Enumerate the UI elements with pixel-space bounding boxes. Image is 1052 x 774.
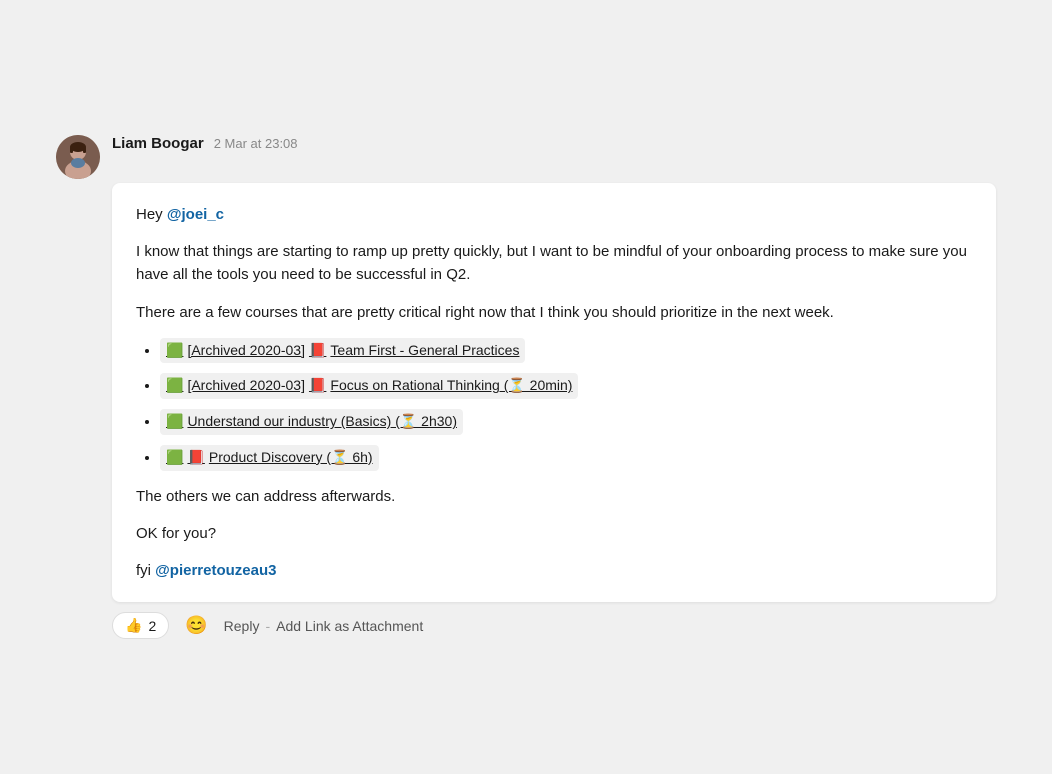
author-name: Liam Boogar <box>112 135 204 152</box>
course-icon-book2: 📕 <box>309 375 326 397</box>
course-link-1-title: Team First - General Practices <box>330 340 519 362</box>
course-link-3-title: Understand our industry (Basics) (⏳ 2h30… <box>187 411 457 433</box>
mention-pierre[interactable]: @pierretouzeau3 <box>155 562 276 579</box>
message-text: Hey @joei_c I know that things are start… <box>136 203 972 583</box>
paragraph-2: There are a few courses that are pretty … <box>136 301 972 324</box>
message-container: Liam Boogar 2 Mar at 23:08 Hey @joei_c I… <box>36 115 1016 660</box>
paragraph-4: OK for you? <box>136 522 972 545</box>
message-footer: 👍 2 😊 Reply - Add Link as Attachment <box>112 612 996 639</box>
mention-joei[interactable]: @joei_c <box>167 206 224 223</box>
course-icon-book4: 📕 <box>187 447 204 469</box>
action-links: Reply - Add Link as Attachment <box>224 618 424 634</box>
fyi-paragraph: fyi @pierretouzeau3 <box>136 559 972 582</box>
paragraph-1: I know that things are starting to ramp … <box>136 240 972 287</box>
fyi-label: fyi <box>136 562 151 579</box>
course-link-1[interactable]: 🟩 [Archived 2020-03] 📕 Team First - Gene… <box>160 338 525 364</box>
add-link-attachment-link[interactable]: Add Link as Attachment <box>276 618 423 634</box>
course-icon-grid2: 🟩 <box>166 375 183 397</box>
thumbs-up-emoji: 👍 <box>125 617 142 634</box>
add-reaction-button[interactable]: 😊 <box>181 613 211 638</box>
action-separator: - <box>265 618 270 634</box>
greeting-paragraph: Hey @joei_c <box>136 203 972 226</box>
paragraph-3: The others we can address afterwards. <box>136 485 972 508</box>
course-icon-book1: 📕 <box>309 340 326 362</box>
thumbs-up-reaction[interactable]: 👍 2 <box>112 612 169 639</box>
course-link-2-title: Focus on Rational Thinking (⏳ 20min) <box>330 375 572 397</box>
greeting-text: Hey <box>136 206 163 223</box>
course-icon-grid4: 🟩 <box>166 447 183 469</box>
timestamp: 2 Mar at 23:08 <box>214 136 298 151</box>
avatar <box>56 135 100 179</box>
list-item: 🟩 [Archived 2020-03] 📕 Focus on Rational… <box>160 373 972 399</box>
course-link-1-text: [Archived 2020-03] <box>187 340 305 362</box>
add-reaction-icon: 😊 <box>185 615 207 636</box>
reaction-count: 2 <box>148 618 156 634</box>
list-item: 🟩 [Archived 2020-03] 📕 Team First - Gene… <box>160 338 972 364</box>
list-item: 🟩 📕 Product Discovery (⏳ 6h) <box>160 445 972 471</box>
course-link-2[interactable]: 🟩 [Archived 2020-03] 📕 Focus on Rational… <box>160 373 578 399</box>
course-list: 🟩 [Archived 2020-03] 📕 Team First - Gene… <box>136 338 972 471</box>
course-link-4[interactable]: 🟩 📕 Product Discovery (⏳ 6h) <box>160 445 379 471</box>
message-body: Hey @joei_c I know that things are start… <box>112 183 996 603</box>
message-header: Liam Boogar 2 Mar at 23:08 <box>56 135 996 179</box>
course-icon-grid: 🟩 <box>166 340 183 362</box>
course-link-3[interactable]: 🟩 Understand our industry (Basics) (⏳ 2h… <box>160 409 463 435</box>
course-link-4-title: Product Discovery (⏳ 6h) <box>209 447 373 469</box>
reply-link[interactable]: Reply <box>224 618 260 634</box>
course-icon-grid3: 🟩 <box>166 411 183 433</box>
header-info: Liam Boogar 2 Mar at 23:08 <box>112 135 298 152</box>
list-item: 🟩 Understand our industry (Basics) (⏳ 2h… <box>160 409 972 435</box>
course-link-2-text: [Archived 2020-03] <box>187 375 305 397</box>
